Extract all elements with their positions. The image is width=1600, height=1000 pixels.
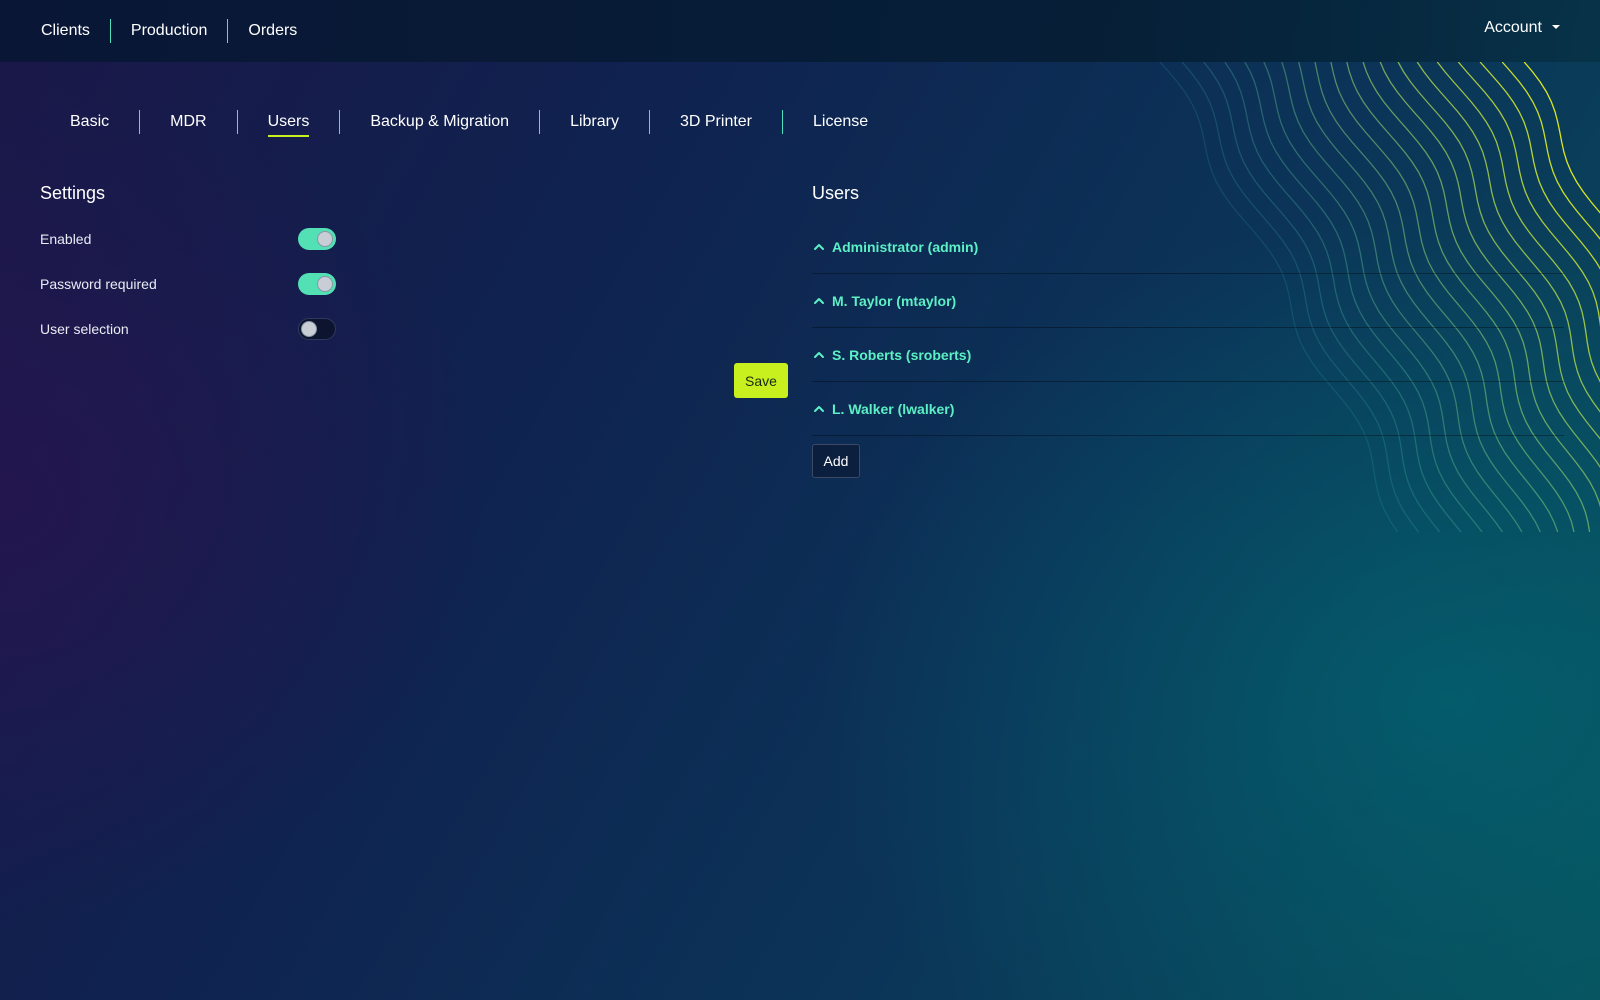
settings-title: Settings — [40, 183, 106, 203]
user-item-lwalker[interactable]: L. Walker (lwalker) — [812, 382, 1564, 436]
tab-backup-migration[interactable]: Backup & Migration — [340, 111, 539, 133]
setting-row-user-selection: User selection — [40, 317, 336, 341]
toggle-knob — [301, 321, 317, 337]
setting-label: User selection — [40, 321, 129, 337]
toggle-knob — [317, 276, 333, 292]
add-user-button[interactable]: Add — [812, 444, 860, 478]
user-item-admin[interactable]: Administrator (admin) — [812, 220, 1564, 274]
setting-row-enabled: Enabled — [40, 227, 336, 251]
user-name: Administrator (admin) — [832, 238, 979, 255]
user-item-sroberts[interactable]: S. Roberts (sroberts) — [812, 328, 1564, 382]
user-name: L. Walker (lwalker) — [832, 400, 955, 417]
tab-users[interactable]: Users — [238, 111, 340, 137]
nav-production[interactable]: Production — [111, 19, 228, 43]
caret-down-icon — [1552, 25, 1560, 29]
account-label: Account — [1484, 19, 1542, 36]
primary-nav: Clients Production Orders — [21, 19, 317, 43]
users-list: Administrator (admin) M. Taylor (mtaylor… — [812, 220, 1564, 436]
tab-mdr[interactable]: MDR — [140, 111, 236, 133]
chevron-up-icon — [814, 351, 824, 358]
top-navigation-bar: Clients Production Orders Account — [0, 0, 1600, 62]
user-name: M. Taylor (mtaylor) — [832, 292, 957, 309]
setting-label: Password required — [40, 276, 157, 292]
tab-library[interactable]: Library — [540, 111, 649, 133]
setting-row-password-required: Password required — [40, 272, 336, 296]
nav-clients[interactable]: Clients — [21, 19, 110, 43]
password-required-toggle[interactable] — [298, 273, 336, 295]
chevron-up-icon — [814, 405, 824, 412]
chevron-up-icon — [814, 243, 824, 250]
enabled-toggle[interactable] — [298, 228, 336, 250]
settings-tabs: Basic MDR Users Backup & Migration Libra… — [40, 110, 898, 137]
tab-basic[interactable]: Basic — [40, 111, 139, 133]
user-item-mtaylor[interactable]: M. Taylor (mtaylor) — [812, 274, 1564, 328]
tab-license[interactable]: License — [783, 111, 898, 133]
tab-3d-printer[interactable]: 3D Printer — [650, 111, 782, 133]
save-button[interactable]: Save — [734, 363, 788, 398]
account-menu[interactable]: Account — [1484, 19, 1560, 37]
chevron-up-icon — [814, 297, 824, 304]
setting-label: Enabled — [40, 231, 92, 247]
user-name: S. Roberts (sroberts) — [832, 346, 972, 363]
toggle-knob — [317, 231, 333, 247]
users-title: Users — [812, 183, 860, 203]
nav-orders[interactable]: Orders — [228, 19, 317, 43]
user-selection-toggle[interactable] — [298, 318, 336, 340]
